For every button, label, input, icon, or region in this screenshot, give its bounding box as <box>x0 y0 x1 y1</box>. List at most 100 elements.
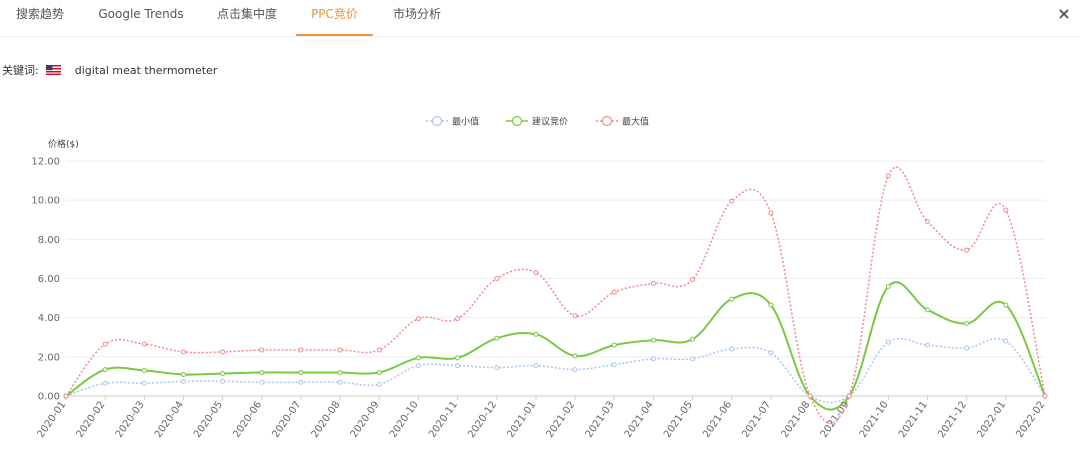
data-point-min <box>768 350 774 356</box>
data-point-max <box>259 347 265 353</box>
x-tick-label: 2021-10 <box>858 399 891 440</box>
data-point-max <box>846 393 852 399</box>
x-tick-label: 2020-11 <box>427 399 460 440</box>
legend-label-suggested-bid: 建议竞价 <box>532 116 568 128</box>
data-point-min <box>376 381 382 387</box>
data-point-max <box>1042 393 1048 399</box>
x-tick-label: 2020-03 <box>114 399 147 440</box>
y-tick-label: 0.00 <box>38 392 60 403</box>
x-tick-label: 2020-09 <box>349 399 382 440</box>
data-point-suggested-bid <box>768 302 774 308</box>
data-point-min <box>885 339 891 345</box>
data-point-max <box>807 393 813 399</box>
data-point-min <box>650 356 656 362</box>
data-point-max <box>376 347 382 353</box>
data-point-suggested-bid <box>259 370 265 375</box>
data-point-min <box>690 356 696 362</box>
y-axis-label: 价格($) <box>48 138 79 150</box>
data-point-min <box>180 378 186 384</box>
ppc-bid-chart: 0.00 2.00 4.00 6.00 8.00 10.00 12.00 价格($) 2020-… <box>31 115 1048 440</box>
x-tick-label: 2022-02 <box>1014 399 1047 440</box>
tab-market-analysis[interactable]: 市场分析 <box>388 0 446 34</box>
data-point-suggested-bid <box>141 368 147 374</box>
data-point-max <box>102 341 108 347</box>
us-flag-icon <box>46 65 62 75</box>
legend-label-max: 最大值 <box>622 116 649 128</box>
tab-google-trends[interactable]: Google Trends <box>92 0 190 34</box>
legend-marker-suggested-bid <box>511 115 523 127</box>
series-line-suggested-bid <box>65 281 1046 411</box>
data-point-suggested-bid <box>494 335 500 341</box>
data-point-min <box>925 342 931 348</box>
data-point-min <box>533 363 539 369</box>
data-point-min <box>102 380 108 386</box>
data-point-suggested-bid <box>611 342 617 348</box>
keyword-label: 关键词: <box>2 64 39 77</box>
close-icon[interactable]: × <box>1054 4 1074 24</box>
x-tick-label: 2021-04 <box>623 399 656 440</box>
data-point-suggested-bid <box>102 367 108 373</box>
tab-ppc-bid[interactable]: PPC竞价 <box>296 0 373 36</box>
data-point-min <box>415 363 421 369</box>
data-point-suggested-bid <box>455 355 461 361</box>
data-point-max <box>298 347 304 353</box>
data-point-suggested-bid <box>1003 302 1009 308</box>
x-tick-label: 2021-05 <box>662 399 695 440</box>
data-point-suggested-bid <box>220 370 226 376</box>
data-point-min <box>729 346 735 352</box>
data-point-suggested-bid <box>690 336 696 342</box>
data-point-min <box>337 379 343 385</box>
data-point-max <box>729 198 735 204</box>
data-point-suggested-bid <box>925 307 931 313</box>
tab-search-trends[interactable]: 搜索趋势 <box>8 0 72 34</box>
x-tick-label: 2021-01 <box>505 399 538 440</box>
data-point-suggested-bid <box>376 370 382 375</box>
x-tick-label: 2020-08 <box>310 399 343 440</box>
data-point-max <box>964 247 970 253</box>
data-point-min <box>259 379 265 385</box>
x-tick-label: 2020-06 <box>231 399 264 440</box>
data-point-max <box>63 393 69 399</box>
y-tick-label: 6.00 <box>38 274 60 285</box>
data-point-suggested-bid <box>337 370 343 375</box>
tab-click-concentration[interactable]: 点击集中度 <box>212 0 282 34</box>
data-point-max <box>572 313 578 319</box>
data-point-max <box>415 316 421 322</box>
keyword-row: 关键词: digital meat thermometer <box>2 62 217 78</box>
data-point-max <box>220 349 226 355</box>
x-tick-label: 2020-10 <box>388 399 421 440</box>
data-point-min <box>964 345 970 351</box>
legend-marker-min <box>431 115 443 127</box>
data-point-suggested-bid <box>298 370 304 375</box>
keyword-term: digital meat thermometer <box>74 64 218 77</box>
y-tick-label: 8.00 <box>38 235 60 246</box>
x-tick-label: 2021-11 <box>897 399 930 440</box>
x-tick-label: 2020-12 <box>466 399 499 440</box>
data-point-suggested-bid <box>964 321 970 327</box>
y-tick-label: 12.00 <box>31 157 60 168</box>
x-tick-label: 2021-02 <box>545 399 578 440</box>
data-point-min <box>611 362 617 368</box>
data-point-max <box>1003 207 1009 213</box>
x-tick-label: 2021-08 <box>780 399 813 440</box>
x-tick-label: 2021-06 <box>701 399 734 440</box>
data-point-suggested-bid <box>572 353 578 359</box>
data-point-max <box>494 276 500 281</box>
data-point-suggested-bid <box>180 371 186 377</box>
x-tick-label: 2021-07 <box>740 399 773 440</box>
data-point-min <box>141 380 147 386</box>
x-tick-label: 2020-01 <box>35 399 68 440</box>
data-point-max <box>455 316 461 322</box>
x-tick-label: 2022-01 <box>975 399 1008 440</box>
tab-bar: 搜索趋势 Google Trends 点击集中度 PPC竞价 市场分析 × <box>0 0 1080 37</box>
data-point-min <box>494 365 500 371</box>
legend-label-min: 最小值 <box>452 116 479 128</box>
data-point-suggested-bid <box>650 337 656 343</box>
data-point-min <box>220 378 226 384</box>
data-point-max <box>768 210 774 216</box>
x-tick-label: 2020-04 <box>153 399 186 440</box>
data-point-max <box>885 173 891 179</box>
data-point-max <box>611 289 617 295</box>
legend-marker-max <box>601 115 613 127</box>
y-tick-label: 2.00 <box>38 352 60 363</box>
